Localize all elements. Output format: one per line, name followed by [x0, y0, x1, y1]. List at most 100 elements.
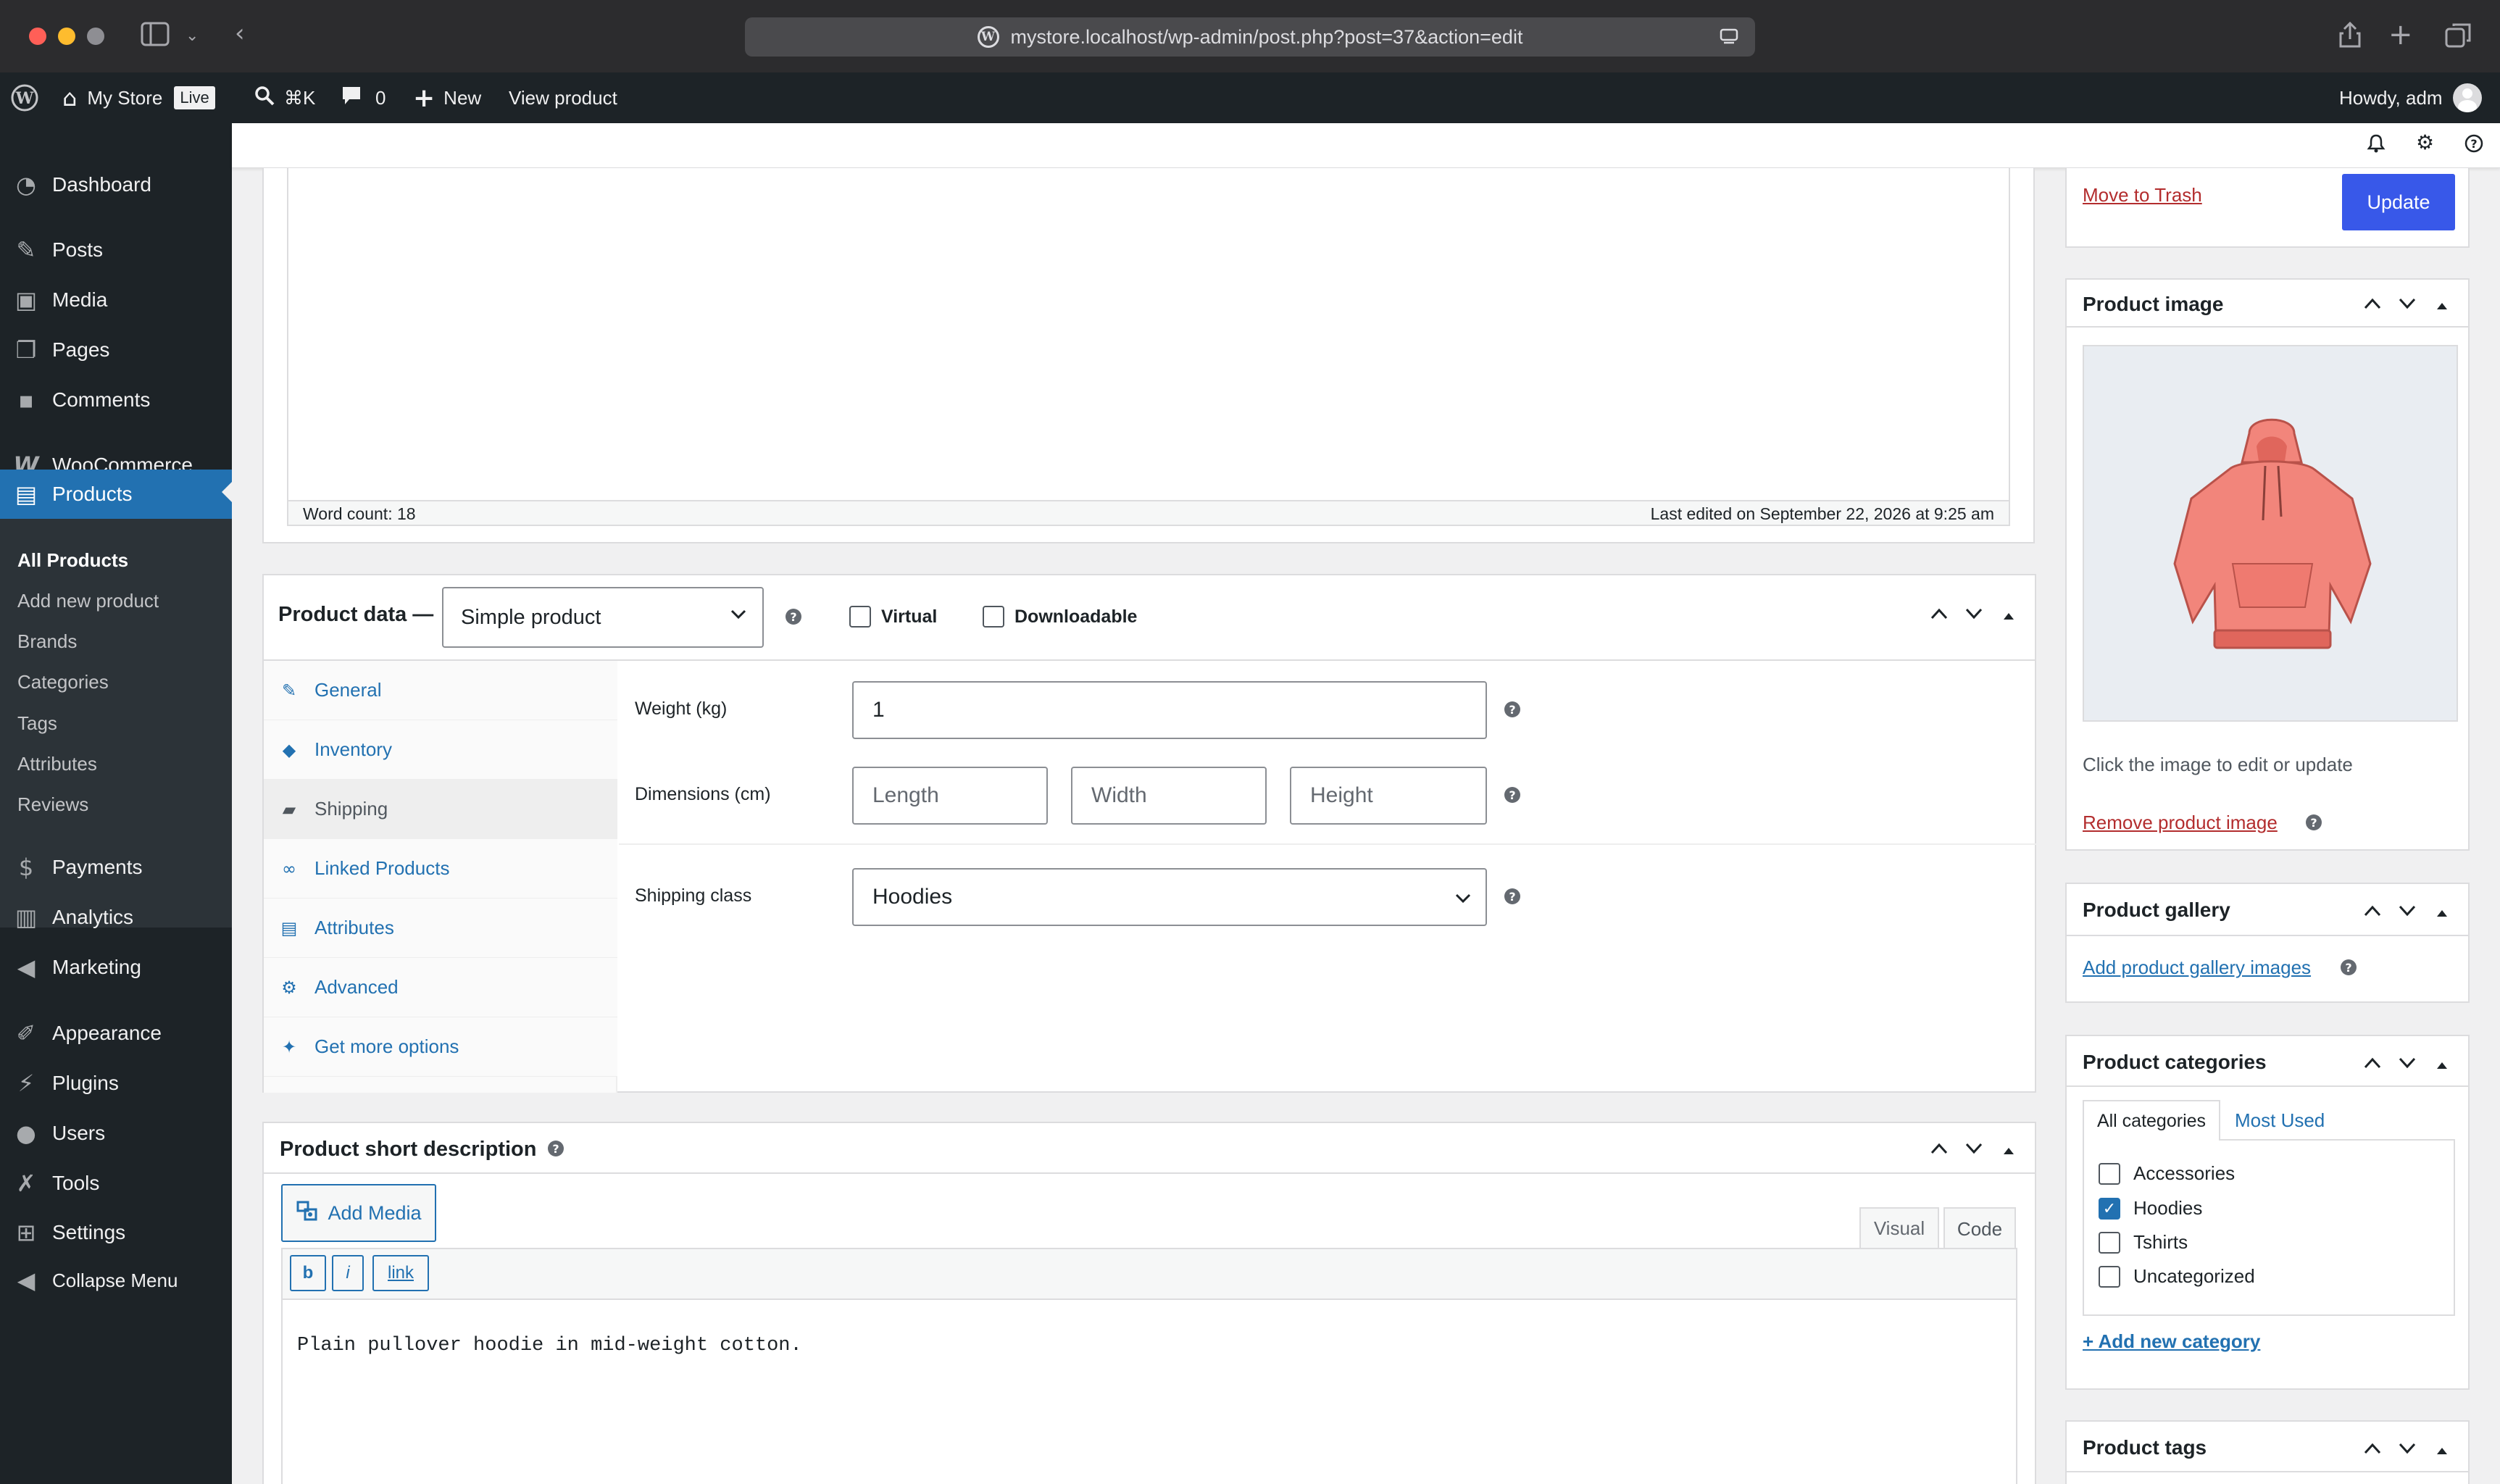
- help-circle-icon[interactable]: ?: [2464, 133, 2484, 159]
- submenu-tags[interactable]: Tags: [17, 712, 57, 735]
- shipping-class-select[interactable]: Hoodies: [852, 868, 1487, 926]
- move-up-icon[interactable]: [1928, 1136, 1951, 1162]
- submenu-add-new-product[interactable]: Add new product: [17, 590, 159, 612]
- short-description-textarea[interactable]: Plain pullover hoodie in mid-weight cott…: [281, 1300, 2017, 1484]
- collapse-toggle-icon[interactable]: [2430, 899, 2454, 924]
- site-menu[interactable]: ⌂ My Store Live: [62, 72, 215, 123]
- account-menu[interactable]: Howdy, adm: [2339, 72, 2482, 123]
- move-down-icon[interactable]: [2396, 291, 2419, 317]
- address-bar[interactable]: W mystore.localhost/wp-admin/post.php?po…: [745, 17, 1755, 57]
- sidebar-item-appearance[interactable]: ✐ Appearance: [0, 1011, 232, 1056]
- remove-product-image-link[interactable]: Remove product image: [2083, 812, 2278, 834]
- minimize-window-button[interactable]: [58, 28, 75, 45]
- share-icon[interactable]: [2338, 20, 2362, 56]
- tab-all-categories[interactable]: All categories: [2083, 1100, 2220, 1141]
- move-down-icon[interactable]: [1962, 601, 1986, 627]
- sidebar-item-posts[interactable]: ✎ Posts: [0, 228, 232, 272]
- tab-get-more-options[interactable]: ✦ Get more options: [264, 1017, 617, 1077]
- product-type-select[interactable]: Simple product: [442, 587, 764, 648]
- short-description-help-icon[interactable]: ?: [548, 1141, 564, 1156]
- product-image-thumbnail[interactable]: [2083, 345, 2458, 722]
- move-down-icon[interactable]: [2396, 1436, 2419, 1462]
- sidebar-item-media[interactable]: ▣ Media: [0, 278, 232, 322]
- comments-menu[interactable]: 0: [341, 72, 386, 123]
- category-item-tshirts[interactable]: Tshirts: [2099, 1231, 2188, 1254]
- virtual-checkbox[interactable]: Virtual: [849, 606, 937, 628]
- downloadable-checkbox-box[interactable]: [983, 606, 1004, 628]
- weight-help-icon[interactable]: ?: [1504, 701, 1520, 717]
- submenu-all-products[interactable]: All Products: [17, 549, 128, 572]
- sidebar-item-analytics[interactable]: ▥ Analytics: [0, 895, 232, 940]
- add-new-category-link[interactable]: + Add new category: [2083, 1330, 2260, 1353]
- new-content-menu[interactable]: + New: [413, 72, 481, 123]
- link-button[interactable]: link: [372, 1255, 429, 1291]
- category-checkbox[interactable]: [2099, 1162, 2120, 1185]
- content-editor-area[interactable]: [287, 168, 2010, 501]
- sidebar-item-settings[interactable]: ⊞ Settings: [0, 1210, 232, 1255]
- sidebar-item-plugins[interactable]: ⚡ Plugins: [0, 1061, 232, 1106]
- collapse-toggle-icon[interactable]: [1997, 1136, 2020, 1162]
- submenu-attributes[interactable]: Attributes: [17, 753, 97, 775]
- move-up-icon[interactable]: [2361, 1436, 2384, 1462]
- tab-inventory[interactable]: ◆ Inventory: [264, 720, 617, 780]
- gallery-help-icon[interactable]: ?: [2341, 959, 2357, 975]
- command-palette-button[interactable]: ⌘K: [254, 72, 315, 123]
- add-gallery-images-link[interactable]: Add product gallery images: [2083, 956, 2311, 979]
- sidebar-item-products[interactable]: ▤ Products: [0, 470, 232, 519]
- sidebar-item-dashboard[interactable]: ◔ Dashboard: [0, 162, 232, 207]
- sidebar-item-comments[interactable]: ▪ Comments: [0, 378, 232, 422]
- update-button[interactable]: Update: [2342, 174, 2455, 230]
- category-item-accessories[interactable]: Accessories: [2099, 1162, 2235, 1185]
- tab-shipping[interactable]: ▰ Shipping: [264, 780, 617, 839]
- move-down-icon[interactable]: [1962, 1136, 1986, 1162]
- product-type-help-icon[interactable]: ?: [786, 609, 801, 625]
- zoom-window-button[interactable]: [87, 28, 104, 45]
- submenu-reviews[interactable]: Reviews: [17, 793, 88, 816]
- add-media-button[interactable]: Add Media: [281, 1184, 436, 1242]
- category-checkbox-checked[interactable]: ✓: [2099, 1197, 2120, 1220]
- sidebar-item-marketing[interactable]: ◀ Marketing: [0, 945, 232, 990]
- weight-input[interactable]: 1: [852, 681, 1487, 739]
- category-item-uncategorized[interactable]: Uncategorized: [2099, 1265, 2255, 1288]
- collapse-toggle-icon[interactable]: [1997, 601, 2020, 627]
- move-down-icon[interactable]: [2396, 1051, 2419, 1076]
- sidebar-item-tools[interactable]: ✗ Tools: [0, 1161, 232, 1206]
- tab-advanced[interactable]: ⚙ Advanced: [264, 958, 617, 1017]
- category-checkbox[interactable]: [2099, 1265, 2120, 1288]
- virtual-checkbox-box[interactable]: [849, 606, 871, 628]
- dimensions-help-icon[interactable]: ?: [1504, 787, 1520, 803]
- tab-overview-icon[interactable]: [2445, 22, 2472, 54]
- close-window-button[interactable]: [29, 28, 46, 45]
- collapse-toggle-icon[interactable]: [2430, 1436, 2454, 1462]
- back-arrow-icon[interactable]: ‹: [235, 19, 245, 48]
- submenu-categories[interactable]: Categories: [17, 671, 109, 693]
- gear-icon[interactable]: ⚙: [2416, 130, 2434, 154]
- sidebar-item-pages[interactable]: ❐ Pages: [0, 328, 232, 372]
- move-up-icon[interactable]: [1928, 601, 1951, 627]
- move-up-icon[interactable]: [2361, 1051, 2384, 1076]
- shipping-class-help-icon[interactable]: ?: [1504, 888, 1520, 904]
- view-product-link[interactable]: View product: [509, 72, 617, 123]
- move-up-icon[interactable]: [2361, 291, 2384, 317]
- submenu-brands[interactable]: Brands: [17, 630, 77, 653]
- collapse-toggle-icon[interactable]: [2430, 1051, 2454, 1076]
- tab-linked-products[interactable]: ∞ Linked Products: [264, 839, 617, 899]
- collapse-menu-button[interactable]: ◀ Collapse Menu: [0, 1258, 232, 1303]
- sidebar-item-users[interactable]: ● Users: [0, 1111, 232, 1156]
- sidebar-item-payments[interactable]: $ Payments: [0, 845, 232, 890]
- category-item-hoodies[interactable]: ✓ Hoodies: [2099, 1197, 2202, 1220]
- tab-visual[interactable]: Visual: [1859, 1207, 1939, 1248]
- sidebar-toggle-icon[interactable]: [141, 22, 170, 53]
- reader-icon[interactable]: [1719, 27, 1739, 52]
- collapse-toggle-icon[interactable]: [2430, 291, 2454, 317]
- width-input[interactable]: Width: [1071, 767, 1267, 825]
- chevron-down-icon[interactable]: ⌄: [186, 22, 199, 51]
- tab-attributes[interactable]: ▤ Attributes: [264, 899, 617, 958]
- new-tab-plus-icon[interactable]: +: [2388, 20, 2413, 49]
- bell-icon[interactable]: [2367, 133, 2386, 159]
- move-up-icon[interactable]: [2361, 899, 2384, 924]
- italic-button[interactable]: i: [332, 1255, 364, 1291]
- move-down-icon[interactable]: [2396, 899, 2419, 924]
- tab-code[interactable]: Code: [1943, 1207, 2016, 1249]
- tab-most-used[interactable]: Most Used: [2235, 1100, 2325, 1141]
